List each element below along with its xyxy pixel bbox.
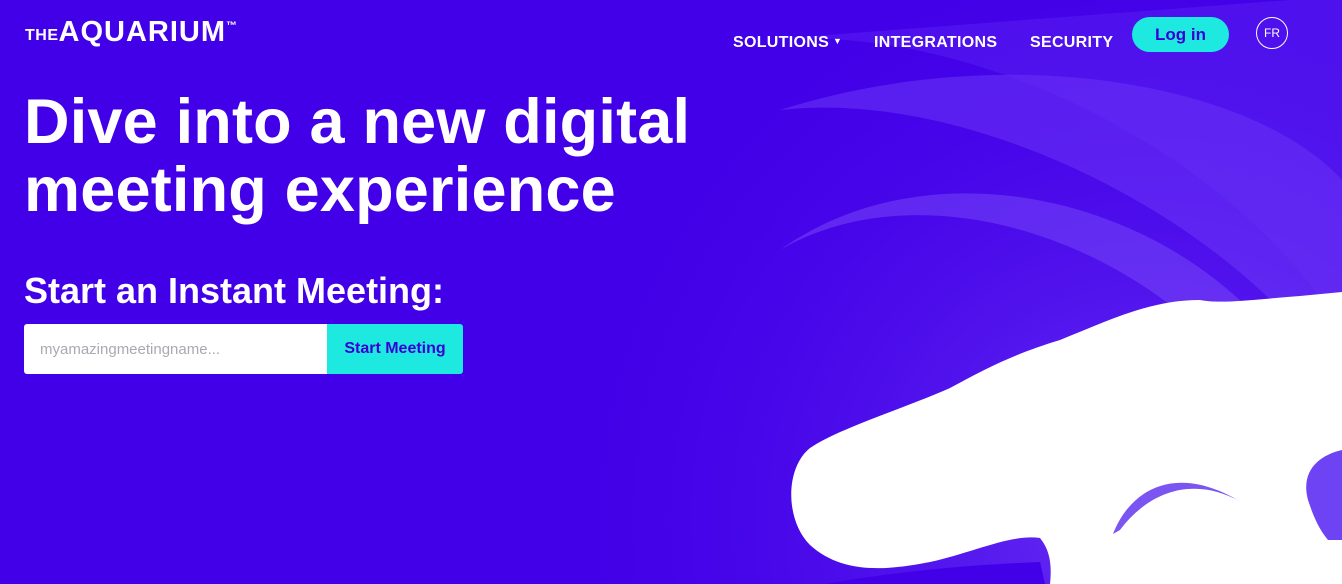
logo-trademark: ™ <box>226 20 237 32</box>
start-meeting-button[interactable]: Start Meeting <box>327 324 463 374</box>
login-button[interactable]: Log in <box>1132 17 1229 52</box>
nav-security[interactable]: SECURITY <box>1030 34 1113 52</box>
nav-integrations[interactable]: INTEGRATIONS <box>874 34 997 52</box>
language-toggle-fr[interactable]: FR <box>1256 17 1288 49</box>
logo-name: AQUARIUM <box>58 16 226 48</box>
logo-prefix: THE <box>25 27 59 44</box>
hero-title: Dive into a new digital meeting experien… <box>24 87 691 225</box>
instant-meeting-form: Start Meeting <box>24 324 463 374</box>
nav-solutions[interactable]: SOLUTIONS ▼ <box>733 34 842 52</box>
caret-down-icon: ▼ <box>833 35 843 46</box>
nav-solutions-label: SOLUTIONS <box>733 34 830 51</box>
instant-meeting-heading: Start an Instant Meeting: <box>24 270 445 311</box>
meeting-name-input[interactable] <box>24 324 327 374</box>
aquarium-logo[interactable]: THE AQUARIUM ™ <box>25 18 237 47</box>
